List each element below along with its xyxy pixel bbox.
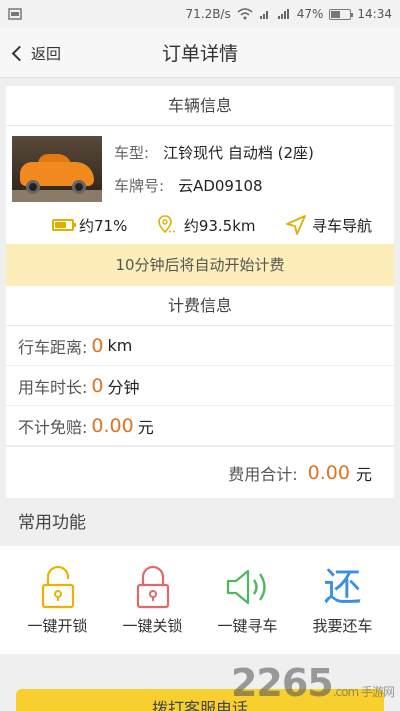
unlock-label: 一键开锁: [27, 616, 88, 635]
back-button[interactable]: 返回: [10, 28, 61, 78]
car-model-value: 江铃现代 自动档 (2座): [163, 144, 314, 162]
vehicle-section-title: 车辆信息: [6, 86, 394, 126]
total-value: 0.00: [307, 461, 350, 484]
car-model-row: 车型: 江铃现代 自动档 (2座): [114, 138, 314, 168]
fee-section-title: 计费信息: [6, 286, 394, 326]
distance-unit: km: [107, 336, 133, 355]
wifi-icon: [237, 8, 253, 20]
battery-level-icon: [52, 219, 76, 231]
return-car-button[interactable]: 还 我要还车: [303, 565, 383, 636]
lock-button[interactable]: 一键关锁: [113, 565, 193, 636]
duration-label: 用车时长:: [18, 377, 88, 397]
distance-label: 行车距离:: [18, 337, 88, 357]
signal-3g-icon: [259, 11, 268, 19]
vehicle-stats: 约71% 约93.5km 寻车导航: [6, 208, 394, 244]
back-label: 返回: [31, 44, 62, 63]
range-stat: 约93.5km: [157, 214, 256, 236]
site-watermark: 2265.com 手游网: [230, 661, 395, 705]
car-model-label: 车型:: [114, 144, 150, 162]
duration-row: 用车时长: 0 分钟: [6, 366, 394, 406]
insurance-value: 0.00: [91, 414, 134, 437]
find-car-button[interactable]: 一键寻车: [208, 565, 288, 636]
signal-4g-icon: [277, 9, 289, 19]
navigate-label: 寻车导航: [311, 216, 372, 235]
chevron-left-icon: [11, 45, 28, 61]
unlock-button[interactable]: 一键开锁: [18, 565, 98, 636]
duration-value: 0: [91, 374, 104, 397]
billing-notice: 10分钟后将自动开始计费: [6, 244, 394, 286]
insurance-row: 不计免赔: 0.00 元: [6, 406, 394, 446]
battery-stat: 约71%: [52, 215, 127, 236]
clock: 14:34: [357, 7, 392, 21]
battery-percent: 47%: [296, 7, 324, 21]
lock-icon: [136, 565, 169, 608]
total-row: 费用合计: 0.00 元: [6, 446, 394, 498]
plate-value: 云AD09108: [178, 177, 263, 195]
nav-bar: 返回 订单详情: [0, 28, 400, 78]
navigate-to-car-button[interactable]: 寻车导航: [285, 214, 372, 236]
duration-unit: 分钟: [107, 377, 140, 397]
return-car-label: 我要还车: [312, 616, 373, 635]
common-functions: 一键开锁 一键关锁 一键寻车 还 我要还车: [0, 546, 400, 654]
navigation-arrow-icon: [286, 215, 306, 235]
plate-row: 车牌号: 云AD09108: [114, 171, 314, 201]
return-icon: 还: [323, 564, 362, 609]
lock-label: 一键关锁: [122, 616, 183, 635]
unlock-icon: [41, 565, 74, 608]
plate-label: 车牌号:: [114, 177, 165, 195]
battery-stat-text: 约71%: [79, 216, 128, 235]
status-bar: 71.2B/s 47% 14:34: [0, 0, 400, 28]
distance-row: 行车距离: 0 km: [6, 326, 394, 366]
battery-icon: [329, 8, 354, 20]
speaker-icon: [226, 569, 266, 604]
total-label: 费用合计:: [228, 464, 298, 484]
vehicle-card: 车辆信息 车型: 江铃现代 自动档 (2座) 车牌号: 云AD09108 约71…: [6, 86, 394, 498]
total-unit: 元: [355, 464, 372, 484]
vehicle-summary: 车型: 江铃现代 自动档 (2座) 车牌号: 云AD09108: [6, 126, 394, 208]
insurance-unit: 元: [137, 417, 154, 437]
common-functions-title: 常用功能: [18, 513, 86, 533]
map-pin-icon: [158, 215, 177, 234]
find-car-label: 一键寻车: [217, 616, 278, 635]
distance-value: 0: [91, 334, 104, 357]
range-stat-text: 约93.5km: [183, 216, 256, 235]
insurance-label: 不计免赔:: [18, 417, 88, 437]
image-notification-icon: [8, 8, 22, 20]
car-photo: [12, 136, 102, 202]
network-speed: 71.2B/s: [185, 7, 231, 21]
